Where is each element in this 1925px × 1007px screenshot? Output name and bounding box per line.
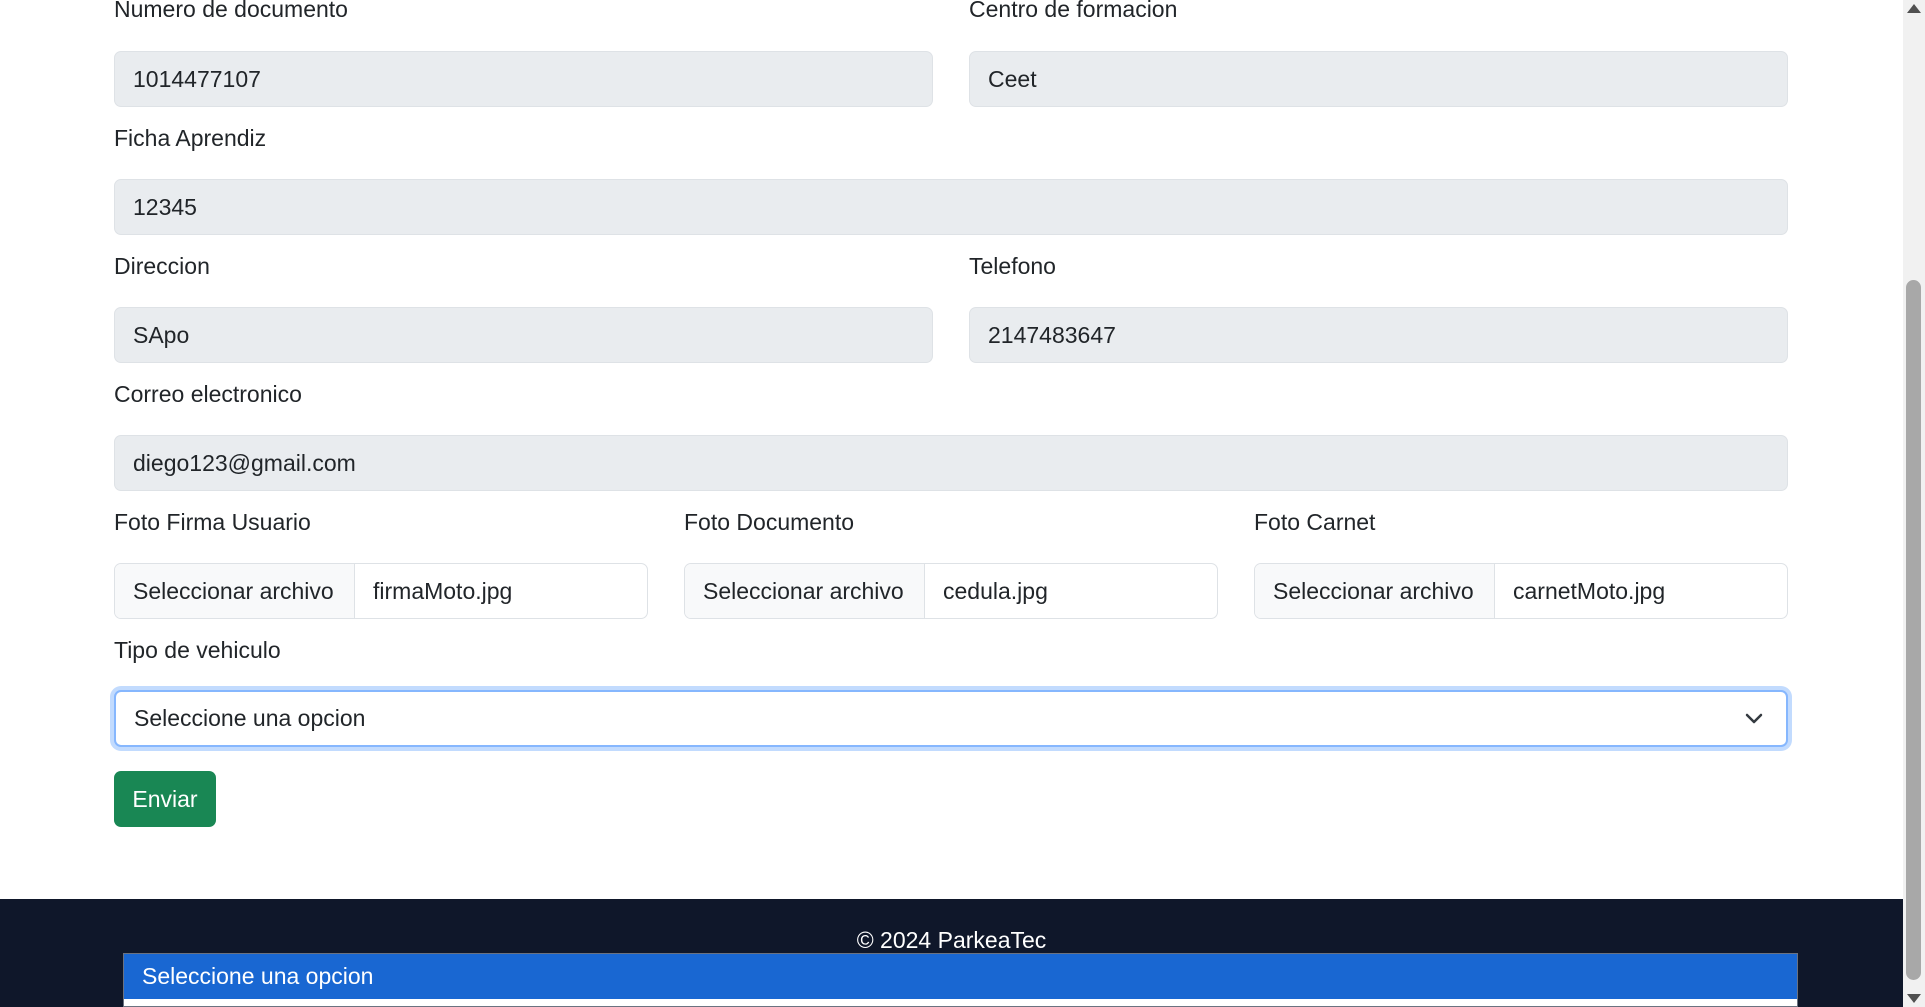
centro-formacion-input[interactable]: Ceet	[969, 51, 1788, 107]
chevron-down-icon	[1745, 713, 1763, 724]
foto-documento-label: Foto Documento	[684, 509, 855, 535]
numero-documento-label: Numero de documento	[114, 0, 348, 22]
foto-firma-label: Foto Firma Usuario	[114, 509, 311, 535]
direccion-input[interactable]: SApo	[114, 307, 933, 363]
vertical-scrollbar[interactable]	[1903, 0, 1925, 1007]
footer-copyright: © 2024 ParkeaTec	[856, 927, 1047, 953]
dropdown-option[interactable]: Seleccione una opcion	[124, 954, 1797, 999]
foto-documento-filename: cedula.jpg	[943, 577, 1048, 604]
ficha-aprendiz-label: Ficha Aprendiz	[114, 125, 267, 151]
foto-firma-filename: firmaMoto.jpg	[373, 577, 513, 604]
foto-documento-file-input[interactable]: Seleccionar archivo cedula.jpg	[684, 563, 1218, 619]
foto-firma-select-button[interactable]: Seleccionar archivo	[115, 564, 355, 618]
enviar-button[interactable]: Enviar	[114, 771, 216, 827]
page: Numero de documento 1014477107 Centro de…	[0, 0, 1903, 1007]
tipo-vehiculo-selected: Seleccione una opcion	[134, 705, 366, 731]
numero-documento-input[interactable]: 1014477107	[114, 51, 933, 107]
correo-label: Correo electronico	[114, 381, 302, 407]
correo-input[interactable]: diego123@gmail.com	[114, 435, 1788, 491]
tipo-vehiculo-dropdown-list: Seleccione una opcion	[123, 953, 1798, 1007]
scroll-down-arrow-icon[interactable]	[1907, 994, 1921, 1003]
tipo-vehiculo-select[interactable]: Seleccione una opcion	[114, 690, 1788, 747]
foto-firma-file-input[interactable]: Seleccionar archivo firmaMoto.jpg	[114, 563, 648, 619]
direccion-label: Direccion	[114, 253, 210, 279]
foto-documento-select-button[interactable]: Seleccionar archivo	[685, 564, 925, 618]
foto-carnet-file-input[interactable]: Seleccionar archivo carnetMoto.jpg	[1254, 563, 1788, 619]
centro-formacion-label: Centro de formacion	[969, 0, 1178, 22]
ficha-aprendiz-input[interactable]: 12345	[114, 179, 1788, 235]
foto-carnet-filename: carnetMoto.jpg	[1513, 577, 1666, 604]
scroll-up-arrow-icon[interactable]	[1907, 4, 1921, 13]
telefono-input[interactable]: 2147483647	[969, 307, 1788, 363]
foto-carnet-label: Foto Carnet	[1254, 509, 1376, 535]
tipo-vehiculo-label: Tipo de vehiculo	[114, 637, 281, 663]
scrollbar-thumb[interactable]	[1906, 280, 1921, 980]
telefono-label: Telefono	[969, 253, 1056, 279]
foto-carnet-select-button[interactable]: Seleccionar archivo	[1255, 564, 1495, 618]
